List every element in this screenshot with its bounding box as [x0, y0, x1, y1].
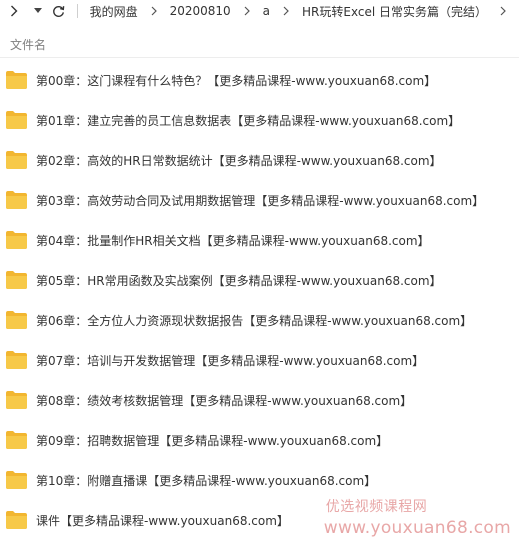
folder-icon — [6, 511, 27, 529]
file-name[interactable]: 第00章：这门课程有什么特色？【更多精品课程-www.youxuan68.com… — [36, 72, 436, 89]
refresh-icon — [53, 5, 65, 17]
folder-icon — [6, 71, 27, 89]
file-name[interactable]: 第02章：高效的HR日常数据统计【更多精品课程-www.youxuan68.co… — [36, 152, 442, 169]
folder-icon — [6, 111, 27, 129]
list-item[interactable]: 第05章：HR常用函数及实战案例【更多精品课程-www.youxuan68.co… — [0, 260, 519, 300]
breadcrumb-item-my-drive[interactable]: 我的网盘 — [90, 3, 138, 20]
folder-icon — [6, 471, 27, 489]
breadcrumb-item-current-folder[interactable]: HR玩转Excel 日常实务篇（完结） — [302, 3, 487, 20]
folder-icon — [6, 351, 27, 369]
list-item[interactable]: 第01章：建立完善的员工信息数据表【更多精品课程-www.youxuan68.c… — [0, 100, 519, 140]
folder-icon — [6, 391, 27, 409]
refresh-button[interactable] — [51, 1, 67, 21]
file-name[interactable]: 第10章：附赠直播课【更多精品课程-www.youxuan68.com】 — [36, 472, 376, 489]
folder-icon — [6, 231, 27, 249]
breadcrumb-separator-icon — [283, 6, 289, 16]
file-name[interactable]: 第09章：招聘数据管理【更多精品课程-www.youxuan68.com】 — [36, 432, 388, 449]
file-name[interactable]: 第04章：批量制作HR相关文档【更多精品课程-www.youxuan68.com… — [36, 232, 430, 249]
breadcrumb-item-a[interactable]: a — [263, 4, 270, 18]
folder-icon — [6, 271, 27, 289]
list-item[interactable]: 第06章：全方位人力资源现状数据报告【更多精品课程-www.youxuan68.… — [0, 300, 519, 340]
toolbar-divider — [76, 4, 78, 18]
caret-down-icon — [33, 8, 42, 13]
history-dropdown-button[interactable] — [32, 1, 43, 21]
breadcrumb-item-20200810[interactable]: 20200810 — [170, 4, 231, 18]
forward-button[interactable] — [8, 1, 20, 21]
list-item[interactable]: 第00章：这门课程有什么特色？【更多精品课程-www.youxuan68.com… — [0, 60, 519, 100]
list-item[interactable]: 第04章：批量制作HR相关文档【更多精品课程-www.youxuan68.com… — [0, 220, 519, 260]
filename-column-header[interactable]: 文件名 — [10, 36, 46, 53]
file-name[interactable]: 第05章：HR常用函数及实战案例【更多精品课程-www.youxuan68.co… — [36, 272, 442, 289]
breadcrumb-separator-icon — [151, 6, 157, 16]
breadcrumb-more-icon[interactable] — [500, 6, 506, 16]
folder-icon — [6, 191, 27, 209]
breadcrumb-bar: 我的网盘 20200810 a HR玩转Excel 日常实务篇（完结） — [0, 0, 519, 22]
file-name[interactable]: 第06章：全方位人力资源现状数据报告【更多精品课程-www.youxuan68.… — [36, 312, 472, 329]
list-item[interactable]: 第10章：附赠直播课【更多精品课程-www.youxuan68.com】 — [0, 460, 519, 500]
file-browser: 我的网盘 20200810 a HR玩转Excel 日常实务篇（完结） 文件名 … — [0, 0, 519, 556]
list-item[interactable]: 第02章：高效的HR日常数据统计【更多精品课程-www.youxuan68.co… — [0, 140, 519, 180]
file-name[interactable]: 第07章：培训与开发数据管理【更多精品课程-www.youxuan68.com】 — [36, 352, 424, 369]
folder-icon — [6, 151, 27, 169]
chevron-right-icon — [11, 5, 18, 17]
file-name[interactable]: 第08章：绩效考核数据管理【更多精品课程-www.youxuan68.com】 — [36, 392, 412, 409]
header-divider — [0, 57, 519, 58]
list-item[interactable]: 第03章：高效劳动合同及试用期数据管理【更多精品课程-www.youxuan68… — [0, 180, 519, 220]
list-item[interactable]: 第07章：培训与开发数据管理【更多精品课程-www.youxuan68.com】 — [0, 340, 519, 380]
list-item[interactable]: 第08章：绩效考核数据管理【更多精品课程-www.youxuan68.com】 — [0, 380, 519, 420]
list-item[interactable]: 课件【更多精品课程-www.youxuan68.com】 — [0, 500, 519, 540]
folder-icon — [6, 431, 27, 449]
file-name[interactable]: 第03章：高效劳动合同及试用期数据管理【更多精品课程-www.youxuan68… — [36, 192, 484, 209]
file-name[interactable]: 课件【更多精品课程-www.youxuan68.com】 — [36, 512, 289, 529]
list-item[interactable]: 第09章：招聘数据管理【更多精品课程-www.youxuan68.com】 — [0, 420, 519, 460]
breadcrumb-separator-icon — [244, 6, 250, 16]
file-name[interactable]: 第01章：建立完善的员工信息数据表【更多精品课程-www.youxuan68.c… — [36, 112, 460, 129]
folder-icon — [6, 311, 27, 329]
